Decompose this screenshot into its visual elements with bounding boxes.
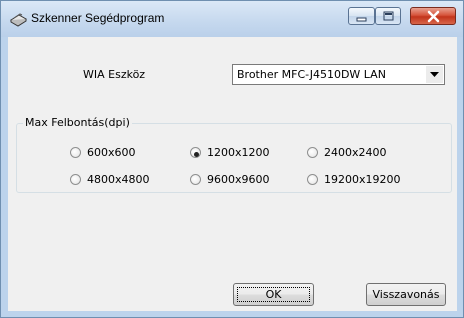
radio-circle[interactable]	[190, 174, 201, 185]
cancel-button-label: Visszavonás	[372, 288, 440, 301]
window-title: Szkenner Segédprogram	[31, 11, 165, 25]
maximize-icon	[383, 11, 394, 21]
radio-selected-dot	[194, 152, 199, 157]
radio-label: 4800x4800	[87, 173, 150, 186]
minimize-button[interactable]	[348, 7, 375, 25]
radio-circle[interactable]	[307, 174, 318, 185]
ok-button[interactable]: OK	[233, 283, 314, 306]
maximize-button[interactable]	[375, 7, 401, 25]
radio-label: 2400x2400	[324, 146, 387, 159]
wia-device-label: WIA Eszköz	[83, 68, 146, 81]
chevron-down-icon	[430, 72, 439, 77]
scanner-utility-window: Szkenner Segédprogram WIA Eszköz Brother…	[0, 0, 464, 318]
radio-circle[interactable]	[307, 147, 318, 158]
radio-label: 1200x1200	[207, 146, 270, 159]
dialog-client-area: WIA Eszköz Brother MFC-J4510DW LAN Max F…	[8, 37, 457, 311]
scanner-icon	[10, 13, 27, 27]
cancel-button[interactable]: Visszavonás	[366, 283, 446, 306]
radio-circle-selected[interactable]	[190, 147, 201, 158]
minimize-icon	[356, 17, 367, 22]
dropdown-arrow-button[interactable]	[426, 66, 443, 83]
wia-device-dropdown[interactable]: Brother MFC-J4510DW LAN	[232, 64, 445, 85]
max-resolution-group-title: Max Felbontás(dpi)	[23, 116, 132, 129]
radio-circle[interactable]	[70, 174, 81, 185]
close-button[interactable]	[410, 7, 456, 25]
wia-device-selected: Brother MFC-J4510DW LAN	[237, 68, 386, 81]
close-icon	[427, 10, 440, 23]
radio-circle[interactable]	[70, 147, 81, 158]
radio-label: 9600x9600	[207, 173, 270, 186]
radio-label: 600x600	[87, 146, 136, 159]
ok-button-label: OK	[265, 288, 282, 301]
radio-label: 19200x19200	[324, 173, 401, 186]
title-bar[interactable]: Szkenner Segédprogram	[1, 1, 463, 37]
